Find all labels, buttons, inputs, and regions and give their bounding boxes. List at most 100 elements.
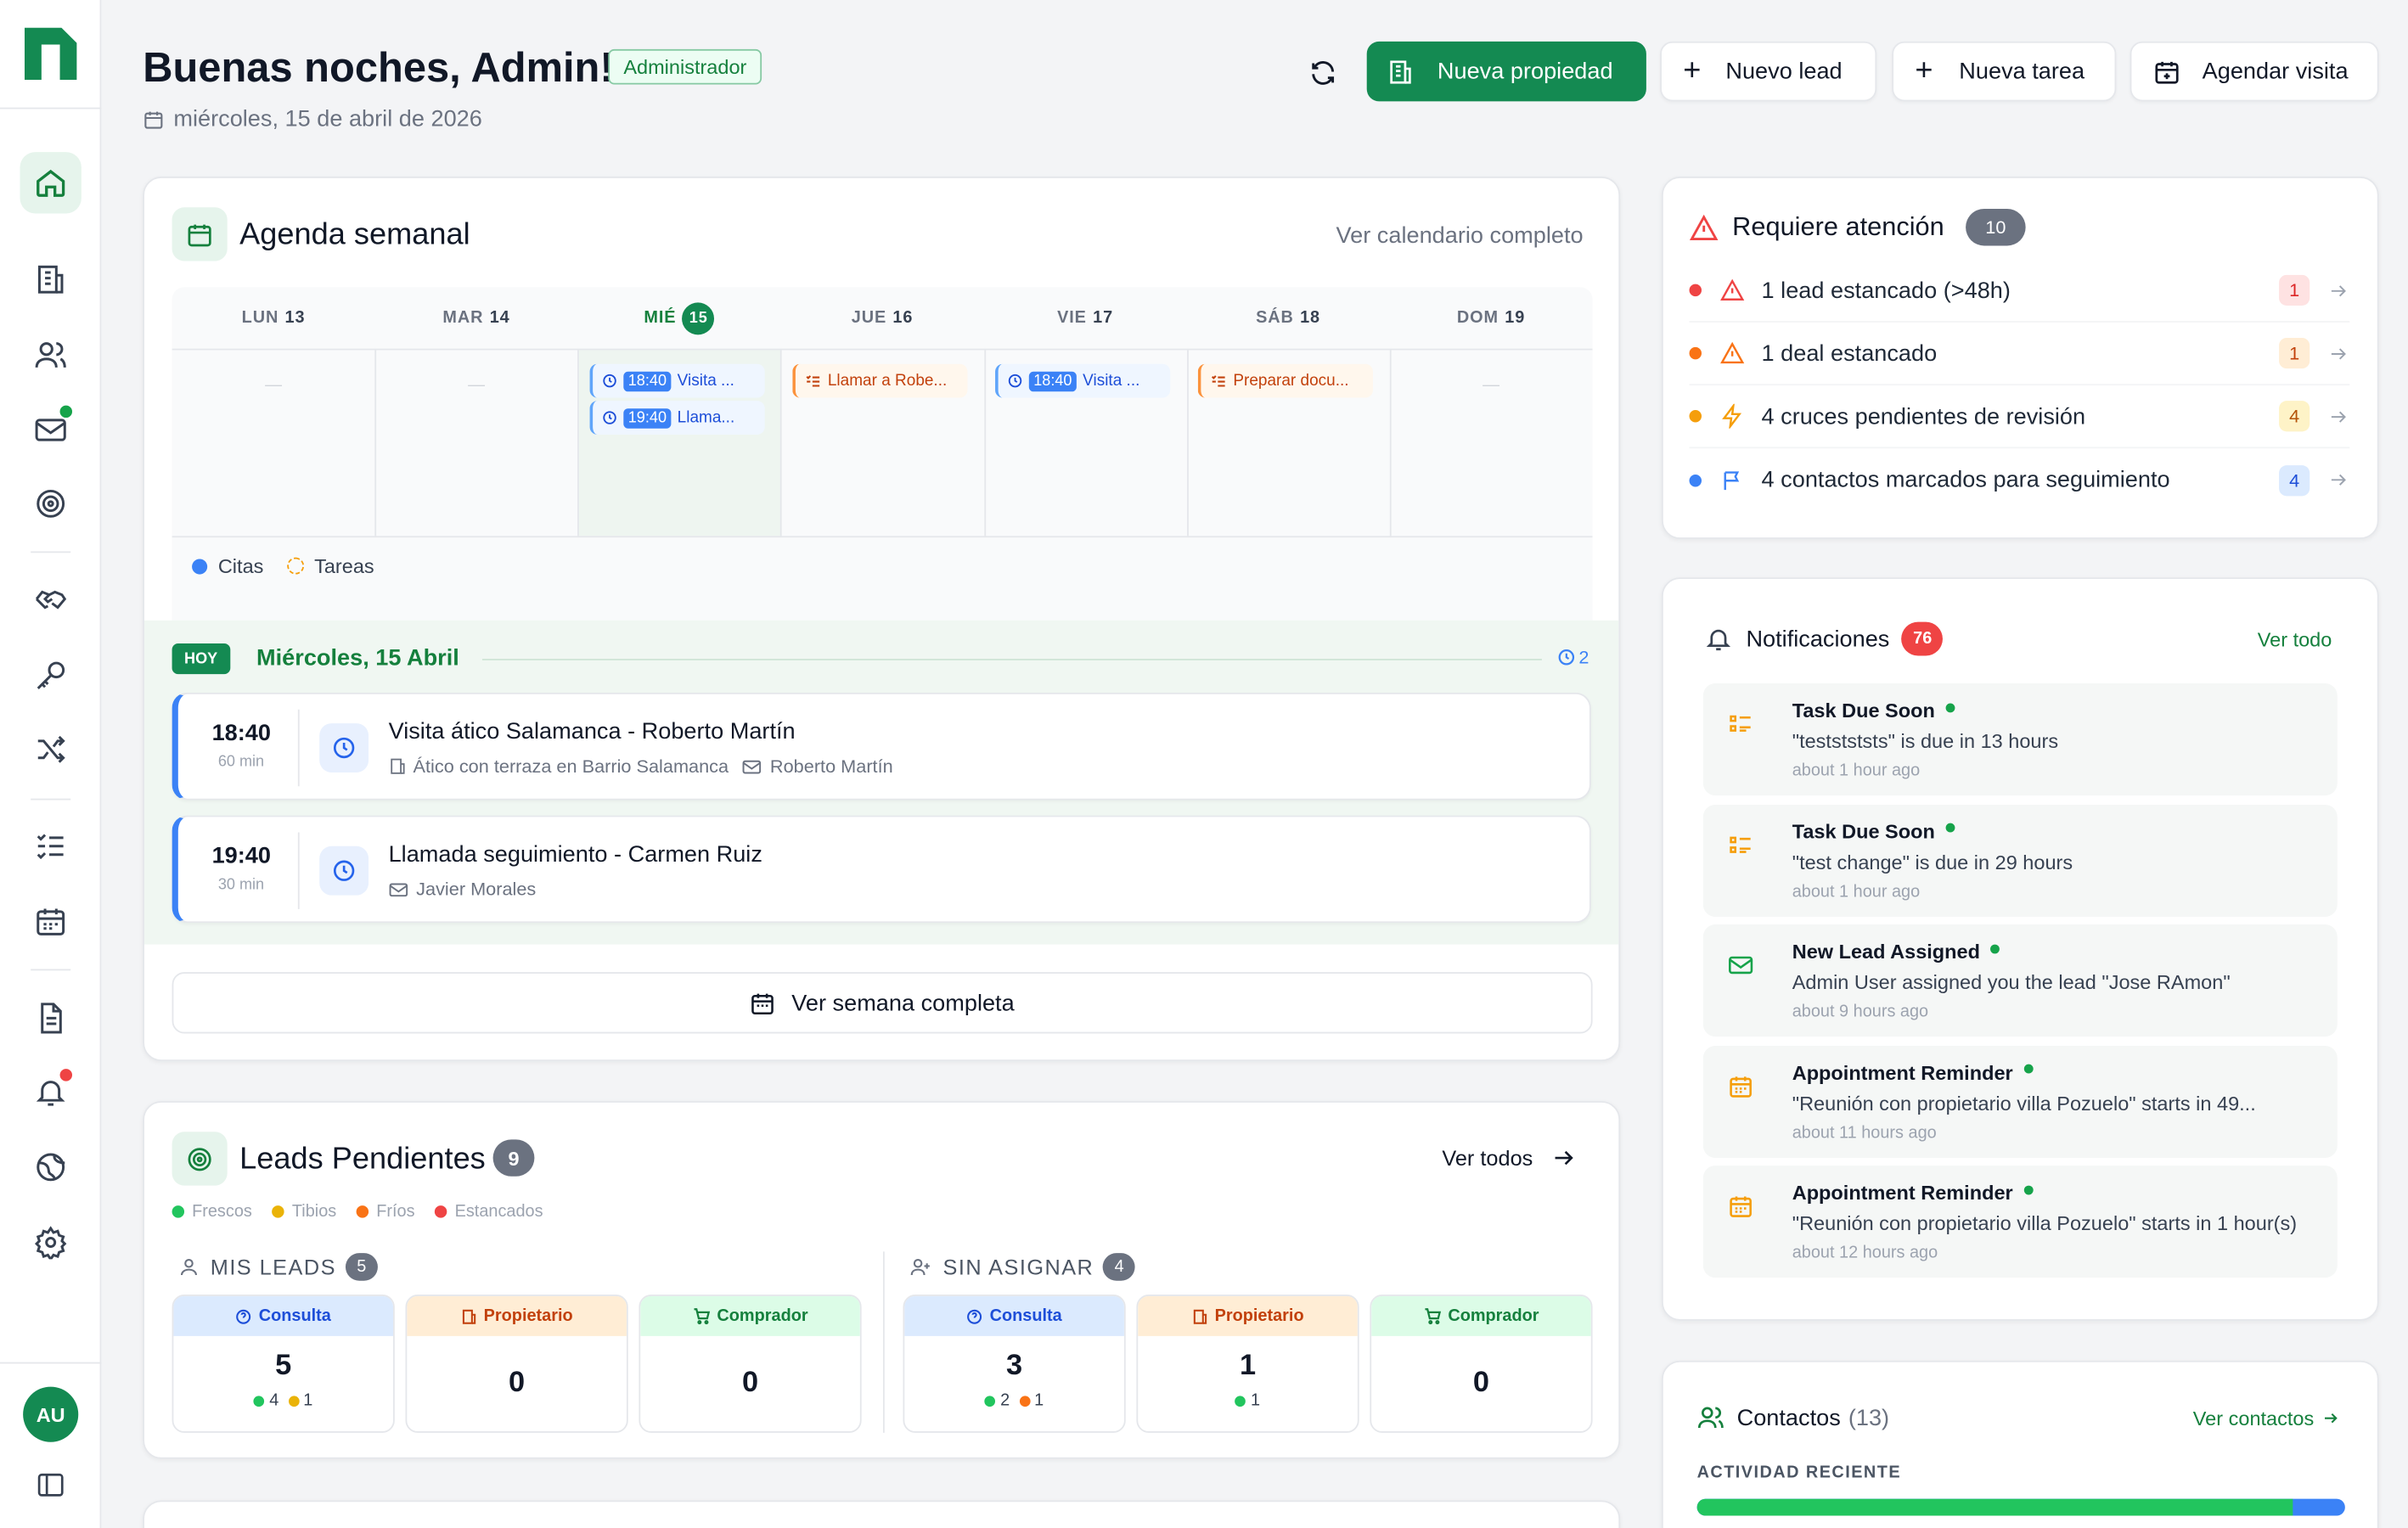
- home-icon: [37, 169, 65, 197]
- view-week-button[interactable]: Ver semana completa: [172, 972, 1593, 1034]
- refresh-button[interactable]: [1302, 53, 1342, 93]
- appointment-card[interactable]: 19:40 30 min Llamada seguimiento - Carme…: [172, 815, 1591, 924]
- view-all-notifications-link[interactable]: Ver todo: [2258, 628, 2332, 651]
- sidebar-item-keys[interactable]: [20, 645, 82, 706]
- pending-leads-card: Leads Pendientes 9 Ver todos Frescos Tib…: [143, 1101, 1621, 1459]
- new-lead-button[interactable]: + Nuevo lead: [1660, 41, 1877, 102]
- notification-item[interactable]: New Lead Assigned Admin User assigned you…: [1702, 924, 2338, 1037]
- notification-title: Task Due Soon: [1792, 819, 1935, 843]
- sidebar-item-home[interactable]: [20, 152, 82, 214]
- sidebar-item-documents[interactable]: [20, 987, 82, 1048]
- day-header[interactable]: LUN 13: [172, 287, 375, 348]
- user-plus-icon: [910, 1258, 930, 1276]
- appointment-card[interactable]: 18:40 60 min Visita ático Salamanca - Ro…: [172, 692, 1591, 801]
- new-task-button[interactable]: + Nueva tarea: [1892, 41, 2117, 102]
- new-property-button[interactable]: Nueva propiedad: [1366, 41, 1646, 102]
- sidebar-item-settings[interactable]: [20, 1211, 82, 1272]
- view-all-leads-link[interactable]: Ver todos: [1442, 1146, 1576, 1170]
- sidebar-item-notifications[interactable]: [20, 1061, 82, 1122]
- event-title: Llamar a Robe...: [827, 371, 948, 390]
- day-header[interactable]: SÁB 18: [1187, 287, 1390, 348]
- sidebar-item-matches[interactable]: [20, 719, 82, 780]
- sidebar-item-properties[interactable]: [20, 249, 82, 310]
- day-header[interactable]: MIÉ 15: [578, 287, 781, 348]
- sidebar-item-inbox[interactable]: [20, 399, 82, 460]
- event-chip[interactable]: 19:40 Llama...: [589, 401, 765, 435]
- event-time: 19:40: [623, 407, 672, 428]
- day-header[interactable]: DOM 19: [1390, 287, 1593, 348]
- attention-item[interactable]: 1 lead estancado (>48h) 1: [1689, 260, 2350, 323]
- event-chip[interactable]: 18:40 Visita ...: [589, 363, 765, 398]
- sidebar-item-contacts[interactable]: [20, 324, 82, 385]
- day-number: 16: [892, 308, 914, 328]
- today-label: Miércoles, 15 Abril: [256, 644, 459, 671]
- lead-type-box[interactable]: Propietario 1 1: [1136, 1295, 1359, 1433]
- full-calendar-link[interactable]: Ver calendario completo: [1336, 222, 1584, 249]
- header-date: miércoles, 15 de abril de 2026: [143, 106, 482, 132]
- day-header[interactable]: MAR 14: [375, 287, 578, 348]
- attention-item[interactable]: 4 contactos marcados para seguimiento 4: [1689, 448, 2350, 511]
- sidebar-toggle[interactable]: [36, 1469, 66, 1500]
- contacts-header: Contactos (13): [1697, 1403, 1889, 1431]
- fresh-dot: [172, 1205, 185, 1218]
- globe-icon: [37, 1153, 65, 1182]
- clock-icon: [1008, 374, 1022, 388]
- sidebar-item-leads[interactable]: [20, 473, 82, 534]
- notification-item[interactable]: Appointment Reminder "Reunión con propiet…: [1702, 1045, 2338, 1158]
- appointment-contact: Javier Morales: [416, 878, 537, 901]
- fresh-dot: [985, 1395, 996, 1407]
- inbox-status-dot: [59, 405, 73, 419]
- sidebar-item-tasks[interactable]: [20, 816, 82, 877]
- schedule-visit-button[interactable]: Agendar visita: [2130, 41, 2379, 102]
- plus-icon: +: [1683, 53, 1702, 88]
- event-time: 18:40: [1028, 370, 1077, 391]
- event-title: Llama...: [677, 408, 735, 427]
- day-number: 17: [1093, 308, 1114, 328]
- warm-count: 1: [303, 1390, 313, 1410]
- attention-card: Requiere atención 10 1 lead estancado (>…: [1661, 177, 2379, 539]
- attention-item[interactable]: 4 cruces pendientes de revisión 4: [1689, 385, 2350, 449]
- appointment-meta: Javier Morales: [389, 878, 537, 901]
- plus-icon: +: [1915, 53, 1933, 88]
- agenda-icon-box: [172, 207, 228, 261]
- avatar[interactable]: AU: [23, 1386, 79, 1442]
- event-chip[interactable]: 18:40 Visita ...: [995, 363, 1171, 398]
- sidebar-item-portals[interactable]: [20, 1137, 82, 1198]
- lead-type-box[interactable]: Consulta 5 4 1: [172, 1295, 395, 1433]
- legend-cold: Fríos: [376, 1202, 415, 1222]
- notification-item[interactable]: Task Due Soon "test change" is due in 29 …: [1702, 804, 2338, 917]
- task-chip[interactable]: Llamar a Robe...: [792, 363, 968, 398]
- task-chip[interactable]: Preparar docu...: [1197, 363, 1373, 398]
- alert-triangle-icon: [1720, 278, 1745, 301]
- day-header[interactable]: JUE 16: [781, 287, 984, 348]
- help-icon: [967, 1308, 982, 1323]
- clock-icon: [333, 737, 355, 759]
- notification-description: "Reunión con propietario villa Pozuelo" …: [1792, 1091, 2256, 1115]
- lead-type-box[interactable]: Comprador 0: [639, 1295, 862, 1433]
- appointments-dot: [192, 558, 208, 574]
- schedule-visit-label: Agendar visita: [2202, 58, 2349, 85]
- logo[interactable]: [24, 27, 77, 81]
- today-badge: HOY: [172, 643, 230, 675]
- role-badge: Administrador: [608, 48, 762, 85]
- notification-time: about 1 hour ago: [1792, 882, 1921, 902]
- attention-item[interactable]: 1 deal estancado 1: [1689, 323, 2350, 386]
- unassigned-count: 4: [1103, 1253, 1136, 1281]
- empty-day-marker: —: [1482, 376, 1499, 395]
- lead-type-box[interactable]: Comprador 0: [1370, 1295, 1593, 1433]
- sidebar-item-calendar[interactable]: [20, 890, 82, 952]
- clock-icon: [603, 374, 616, 388]
- building-icon: [1193, 1308, 1207, 1323]
- calendar-icon: [1730, 1076, 1752, 1097]
- lead-type-box[interactable]: Propietario 0: [405, 1295, 628, 1433]
- view-contacts-link[interactable]: Ver contactos: [2193, 1407, 2338, 1430]
- notification-item[interactable]: Task Due Soon "teststststs" is due in 13 …: [1702, 683, 2338, 796]
- day-number: 14: [489, 308, 510, 328]
- day-header[interactable]: VIE 17: [984, 287, 1187, 348]
- notification-time: about 9 hours ago: [1792, 1003, 1929, 1022]
- fresh-dot: [254, 1395, 265, 1407]
- sidebar-item-deals[interactable]: [20, 570, 82, 631]
- mail-icon: [35, 419, 66, 441]
- lead-type-box[interactable]: Consulta 3 2 1: [903, 1295, 1126, 1433]
- notification-item[interactable]: Appointment Reminder "Reunión con propiet…: [1702, 1166, 2338, 1278]
